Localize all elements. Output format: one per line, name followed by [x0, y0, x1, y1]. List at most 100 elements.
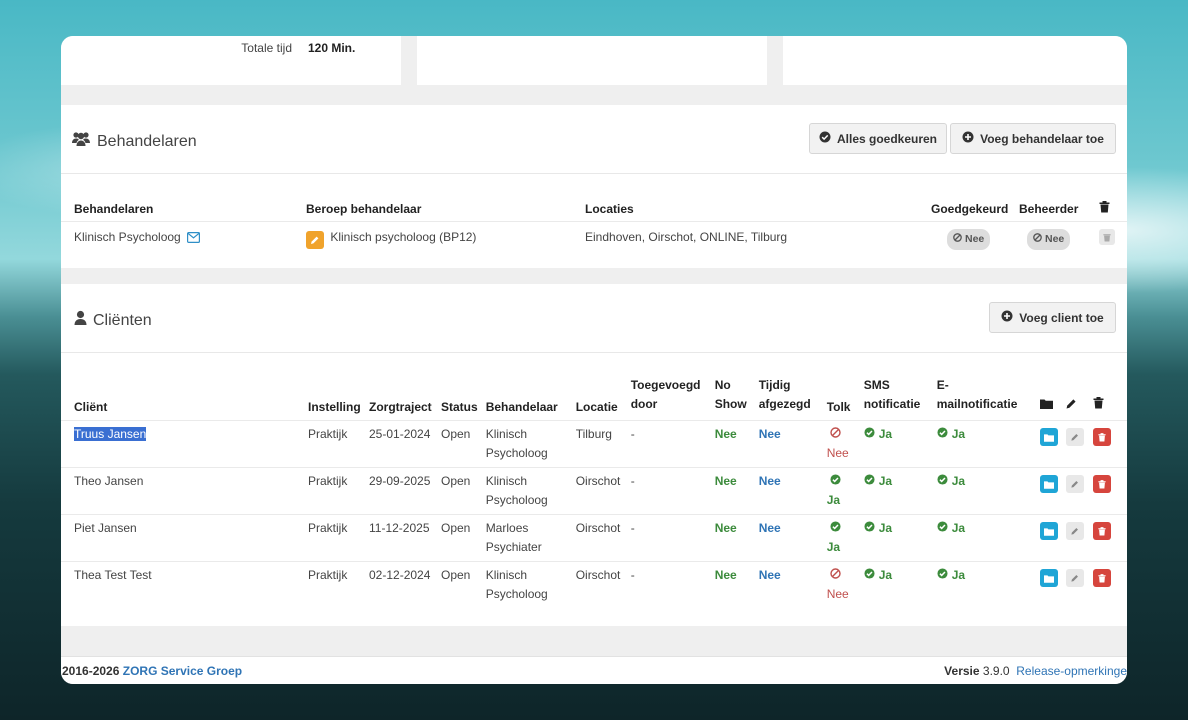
edit-client-button[interactable]	[1065, 522, 1084, 540]
col-delete	[1095, 197, 1127, 221]
tijdig-value[interactable]: Nee	[759, 427, 781, 441]
delete-behandelaar-button[interactable]	[1099, 229, 1115, 245]
col-tolk: Tolk	[826, 400, 851, 414]
sms-value[interactable]: Ja	[879, 427, 892, 441]
footer-company-link[interactable]: ZORG Service Groep	[123, 664, 242, 678]
tolk-cell: Ja	[822, 514, 860, 562]
col-toegevoegd-1: Toegevoegd	[630, 378, 701, 392]
edit-client-button[interactable]	[1065, 475, 1084, 493]
sms-value[interactable]: Ja	[879, 521, 892, 535]
envelope-icon[interactable]	[187, 230, 201, 249]
tijdig-value[interactable]: Nee	[759, 521, 781, 535]
behandelaren-title-text: Behandelaren	[97, 132, 197, 150]
noshow-cell: Nee	[710, 420, 755, 468]
check-circle-icon	[830, 519, 841, 538]
admin-toggle[interactable]: Nee	[1027, 228, 1071, 250]
email-value[interactable]: Ja	[952, 427, 965, 441]
col-sms-2: notificatie	[863, 397, 921, 411]
beroep-cell: Klinisch psycholoog (BP12)	[302, 220, 581, 253]
client-name[interactable]: Theo Jansen	[74, 474, 143, 488]
tijdig-value[interactable]: Nee	[759, 474, 781, 488]
zorgtraject-cell: 29-09-2025	[365, 467, 437, 515]
behandelaren-panel: Behandelaren Alles goedkeuren Voeg behan…	[61, 105, 1127, 268]
toegevoegd-value: -	[630, 521, 635, 535]
tijdig-cell: Nee	[754, 467, 823, 515]
add-client-label: Voeg client toe	[1019, 310, 1104, 325]
ban-icon	[829, 425, 841, 444]
delete-client-button[interactable]	[1092, 522, 1111, 540]
folder-cell	[1035, 467, 1062, 515]
behandelaar-cell: Marloes Psychiater	[481, 514, 572, 562]
folder-cell	[1035, 561, 1062, 609]
users-icon	[71, 131, 91, 152]
email-cell: Ja	[932, 420, 1036, 468]
tijdig-value[interactable]: Nee	[759, 568, 781, 582]
toegevoegd-value: -	[630, 474, 635, 488]
sms-cell: Ja	[859, 561, 933, 609]
client-name[interactable]: Thea Test Test	[74, 568, 152, 582]
edit-cell	[1061, 514, 1089, 562]
locatie-cell: Oirschot	[571, 467, 627, 515]
behandelaar-line-1: Klinisch	[485, 427, 528, 441]
check-circle-icon	[937, 521, 948, 535]
add-client-button[interactable]: Voeg client toe	[989, 302, 1116, 333]
status-value: Open	[441, 521, 471, 535]
zorgtraject-cell: 25-01-2024	[365, 420, 437, 468]
tijdig-cell: Nee	[754, 561, 823, 609]
behandelaar-cell: Klinisch Psycholoog	[481, 561, 572, 609]
edit-client-button[interactable]	[1065, 569, 1084, 587]
locatie-value: Oirschot	[575, 568, 621, 582]
release-notes-link[interactable]: Release-opmerkinge	[1016, 664, 1127, 678]
tolk-value[interactable]: Ja	[827, 493, 840, 507]
col-tijdig: Tijdig afgezegd	[755, 376, 823, 421]
noshow-value[interactable]: Nee	[715, 521, 737, 535]
noshow-value[interactable]: Nee	[715, 427, 737, 441]
open-folder-button[interactable]	[1039, 522, 1058, 540]
edit-cell	[1061, 467, 1089, 515]
sms-value[interactable]: Ja	[879, 568, 892, 582]
behandelaar-line-2: Psycholoog	[485, 587, 548, 601]
open-folder-button[interactable]	[1039, 428, 1058, 446]
toegevoegd-cell: -	[626, 561, 711, 609]
delete-client-button[interactable]	[1092, 569, 1111, 587]
admin-value: Nee	[1045, 232, 1065, 245]
email-value[interactable]: Ja	[952, 474, 965, 488]
noshow-value[interactable]: Nee	[715, 568, 737, 582]
tijdig-cell: Nee	[754, 514, 823, 562]
behandelaar-cell: Klinisch Psycholoog	[481, 467, 572, 515]
client-name[interactable]: Piet Jansen	[74, 521, 137, 535]
tolk-value[interactable]: Nee	[827, 587, 849, 601]
footer-years: 2016-2026	[62, 664, 120, 678]
open-folder-button[interactable]	[1039, 475, 1058, 493]
col-delete	[1089, 376, 1127, 421]
folder-cell	[1035, 420, 1062, 468]
delete-client-button[interactable]	[1092, 428, 1111, 446]
tolk-value[interactable]: Ja	[827, 540, 840, 554]
client-name[interactable]: Truus Jansen	[74, 427, 147, 441]
toegevoegd-cell: -	[626, 420, 711, 468]
delete-client-button[interactable]	[1092, 475, 1111, 493]
add-behandelaar-button[interactable]: Voeg behandelaar toe	[950, 123, 1116, 154]
email-value[interactable]: Ja	[952, 568, 965, 582]
goedgekeurd-cell: Nee	[927, 220, 1015, 253]
locatie-value: Oirschot	[575, 521, 621, 535]
open-folder-button[interactable]	[1039, 569, 1058, 587]
col-toegevoegd: Toegevoegd door	[627, 376, 711, 421]
noshow-value[interactable]: Nee	[715, 474, 737, 488]
col-locaties: Locaties	[585, 201, 634, 216]
approved-toggle[interactable]: Nee	[947, 228, 991, 250]
locaties-cell: Eindhoven, Oirschot, ONLINE, Tilburg	[581, 220, 927, 253]
version-label: Versie	[944, 664, 980, 678]
client-name-cell: Thea Test Test	[61, 561, 304, 609]
approve-all-button[interactable]: Alles goedkeuren	[809, 123, 947, 154]
tolk-value[interactable]: Nee	[827, 446, 849, 460]
stats-card-3	[783, 36, 1127, 85]
sms-cell: Ja	[859, 420, 933, 468]
email-value[interactable]: Ja	[952, 521, 965, 535]
behandelaren-title: Behandelaren	[71, 131, 197, 152]
sms-cell: Ja	[859, 467, 933, 515]
sms-value[interactable]: Ja	[879, 474, 892, 488]
footer: 2016-2026 ZORG Service Groep Versie 3.9.…	[61, 656, 1127, 684]
delete-cell	[1088, 514, 1127, 562]
edit-client-button[interactable]	[1065, 428, 1084, 446]
